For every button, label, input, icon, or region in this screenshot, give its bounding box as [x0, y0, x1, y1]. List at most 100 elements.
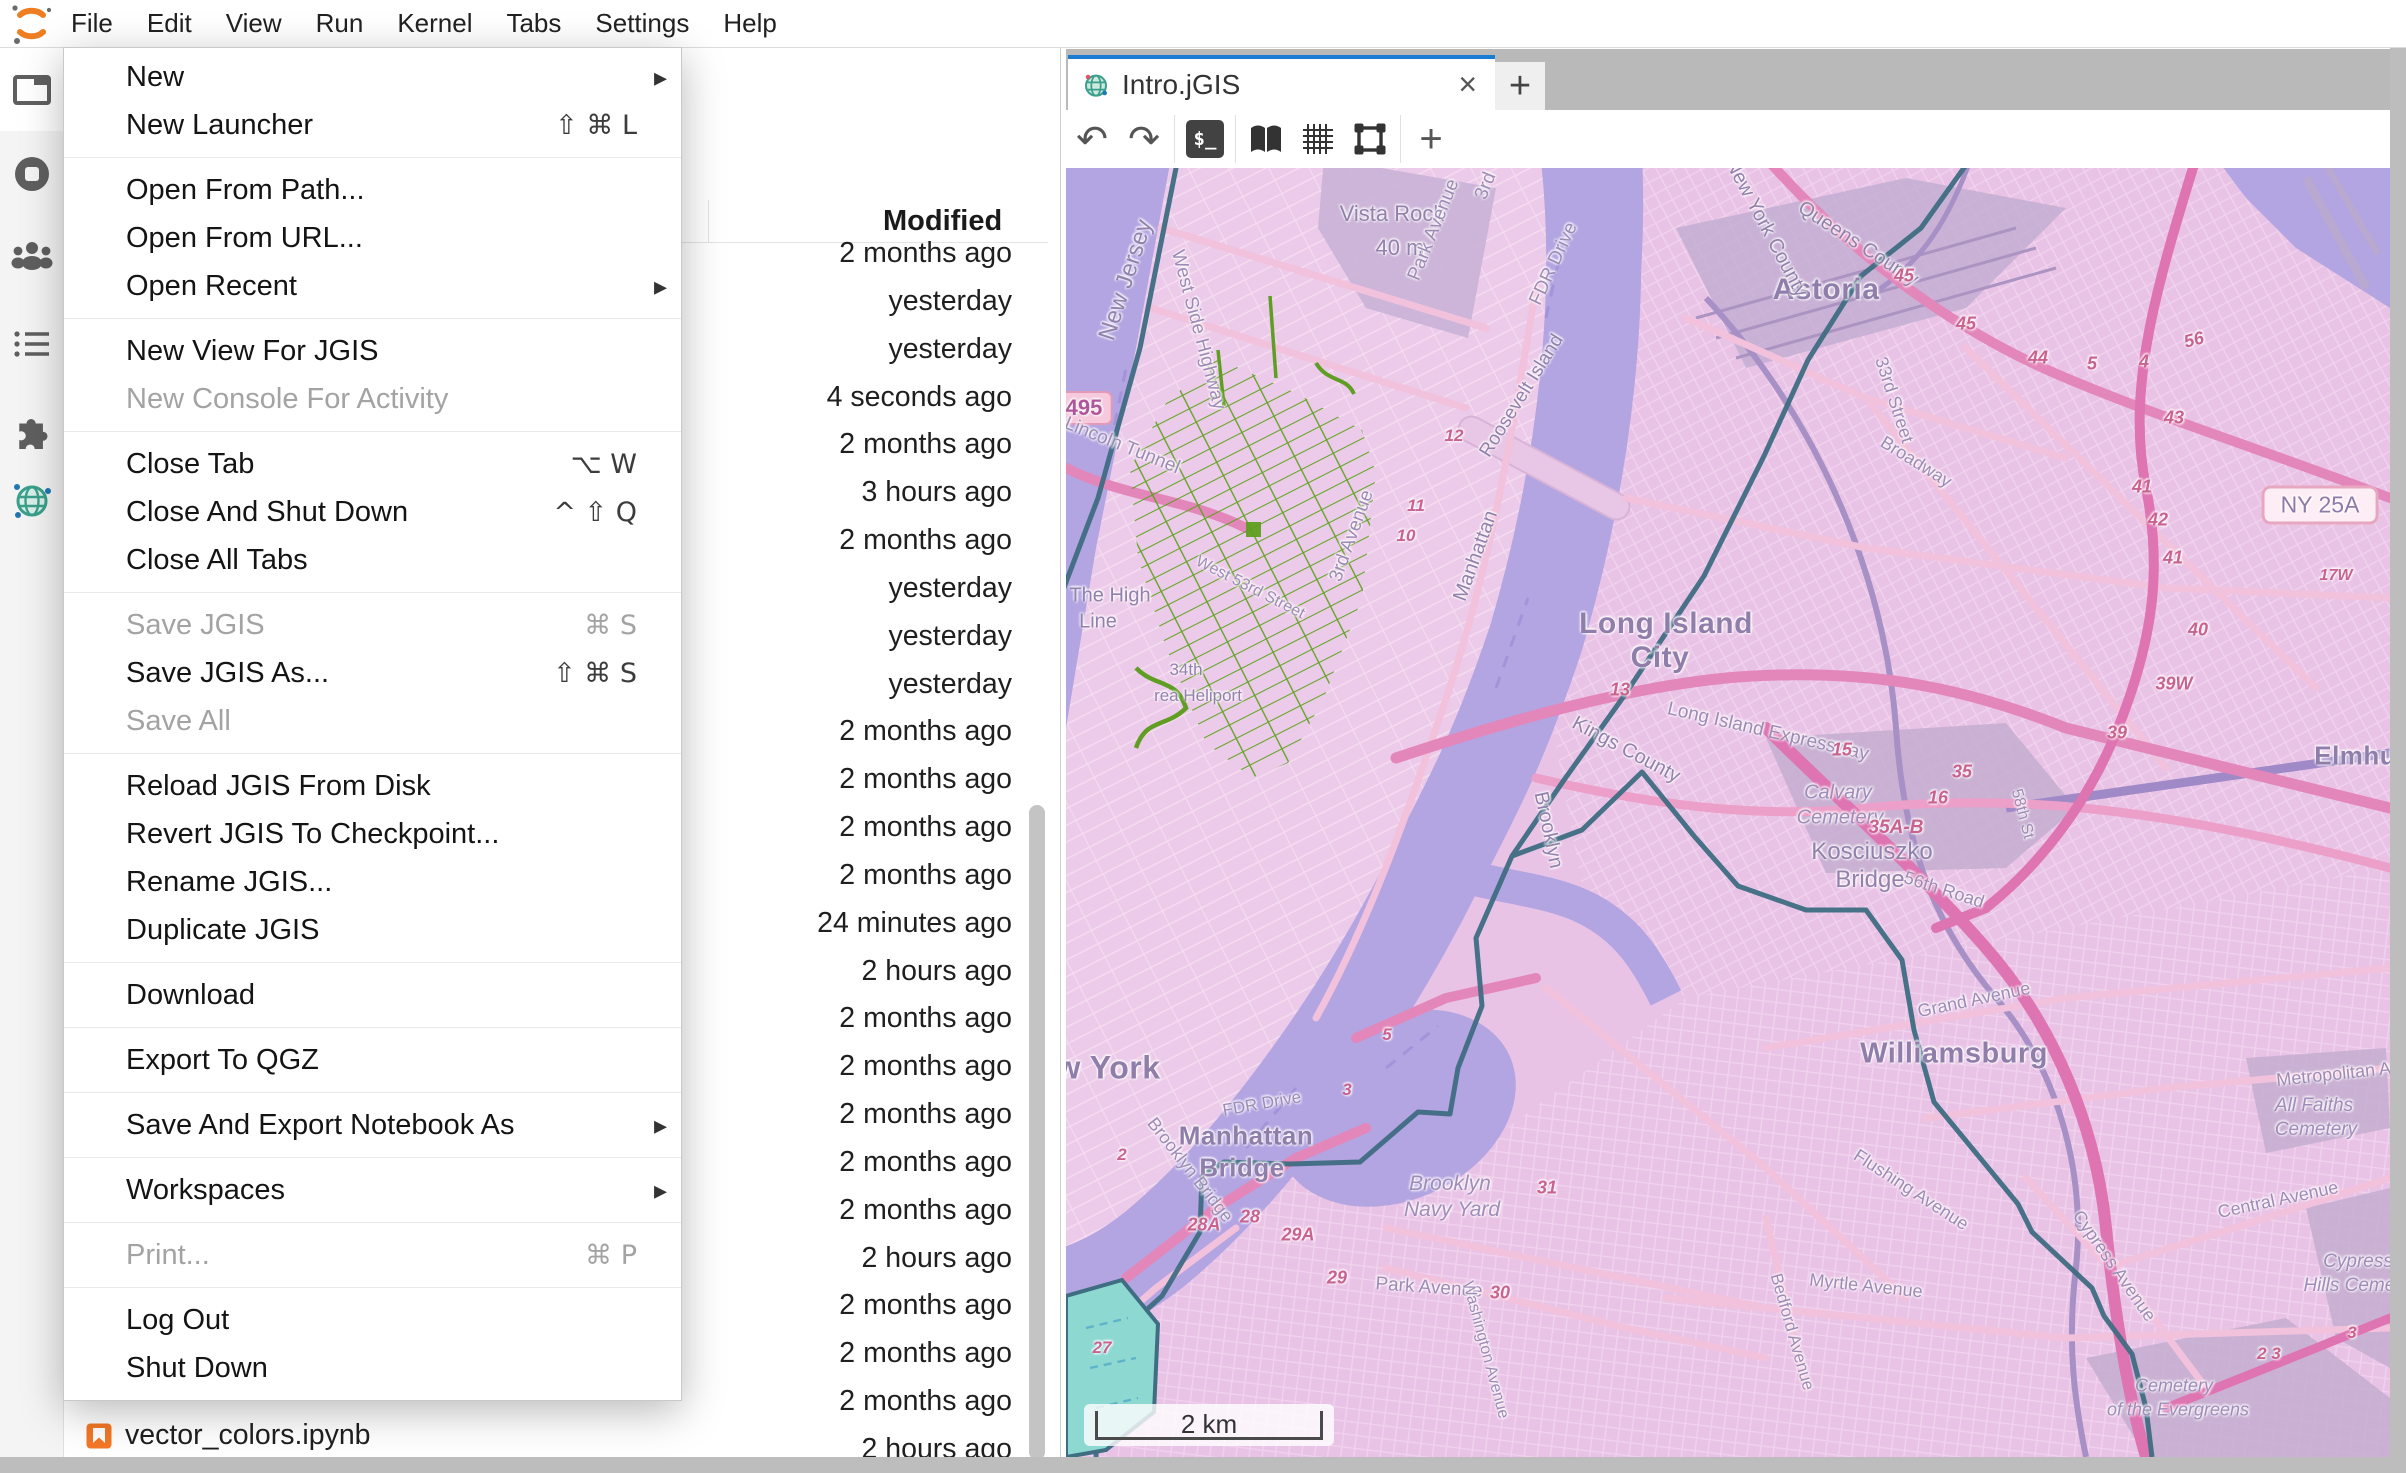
book-icon: [1249, 124, 1283, 154]
menu-item[interactable]: New Console For Activity ▸: [64, 375, 681, 423]
tab-intro-jgis[interactable]: Intro.jGIS ×: [1068, 55, 1495, 110]
menu-item[interactable]: Revert JGIS To Checkpoint... ▸: [64, 810, 681, 858]
file-row[interactable]: vector_colors.ipynb: [85, 1419, 371, 1452]
map-label: 45: [1894, 266, 1914, 287]
map-label: 31: [1537, 1178, 1557, 1199]
submenu-arrow-icon: ▸: [654, 1110, 667, 1141]
map-label: The High: [1069, 585, 1150, 608]
toolbar-separator: [1174, 115, 1175, 163]
file-row-modified-cell[interactable]: 2 months ago: [672, 1337, 1012, 1371]
file-row-modified-cell[interactable]: 2 months ago: [672, 237, 1012, 271]
sidebar-item-table-of-contents[interactable]: [0, 329, 63, 359]
folder-icon: [12, 73, 52, 107]
file-row-modified-cell[interactable]: 2 months ago: [672, 1146, 1012, 1180]
menu-item[interactable]: Save And Export Notebook As ▸: [64, 1101, 681, 1149]
map-label: Manhattan: [1179, 1121, 1314, 1152]
menubar-item[interactable]: Kernel: [380, 0, 489, 47]
file-row-modified-cell[interactable]: yesterday: [672, 285, 1012, 319]
menu-item[interactable]: New ▸: [64, 53, 681, 101]
file-row-modified-cell[interactable]: yesterday: [672, 620, 1012, 654]
menu-item[interactable]: Rename JGIS... ▸: [64, 858, 681, 906]
file-row-modified-cell[interactable]: 2 months ago: [672, 811, 1012, 845]
menu-item[interactable]: Save JGIS As... ⇧ ⌘ S ▸: [64, 649, 681, 697]
map-label: 17W: [2320, 567, 2353, 585]
menu-item[interactable]: Reload JGIS From Disk ▸: [64, 762, 681, 810]
menu-item[interactable]: Open Recent ▸: [64, 262, 681, 310]
new-tab-button[interactable]: +: [1495, 62, 1545, 110]
select-geometry-button[interactable]: [1344, 115, 1396, 163]
map-label: 3rd: [1471, 169, 1502, 203]
file-row-modified-cell[interactable]: 2 months ago: [672, 1098, 1012, 1132]
menu-item[interactable]: Open From Path... ▸: [64, 166, 681, 214]
identify-button[interactable]: [1240, 115, 1292, 163]
grid-layer-button[interactable]: [1292, 115, 1344, 163]
file-row-modified-cell[interactable]: 2 months ago: [672, 715, 1012, 749]
redo-button[interactable]: ↷: [1118, 115, 1170, 163]
file-row-modified-cell[interactable]: 2 months ago: [672, 1289, 1012, 1323]
file-row-modified-cell[interactable]: 2 months ago: [672, 1194, 1012, 1228]
map-canvas[interactable]: New JerseyVista Rock40 mWest Side Highwa…: [1066, 168, 2390, 1457]
jupytergis-globe-icon: [1082, 71, 1110, 99]
file-row-modified-cell[interactable]: 2 months ago: [672, 1002, 1012, 1036]
notebook-icon: [85, 1422, 113, 1450]
file-row-modified-cell[interactable]: 2 hours ago: [672, 1242, 1012, 1276]
tab-close-icon[interactable]: ×: [1458, 66, 1477, 103]
file-list-scrollbar[interactable]: [1029, 805, 1045, 1460]
menu-item[interactable]: Duplicate JGIS ▸: [64, 906, 681, 954]
console-button[interactable]: $_: [1179, 115, 1231, 163]
sidebar-item-collaboration[interactable]: [0, 239, 63, 271]
menubar-item[interactable]: Run: [299, 0, 381, 47]
menu-item[interactable]: Download ▸: [64, 971, 681, 1019]
menu-item[interactable]: Save All ▸: [64, 697, 681, 745]
menu-item[interactable]: Close And Shut Down ^ ⇧ Q ▸: [64, 488, 681, 536]
file-row-modified-cell[interactable]: 2 months ago: [672, 763, 1012, 797]
sidebar-item-jupytergis[interactable]: [0, 479, 63, 521]
file-row-modified-cell[interactable]: 2 months ago: [672, 524, 1012, 558]
file-row-modified-cell[interactable]: 2 months ago: [672, 1050, 1012, 1084]
map-label: 45: [1956, 314, 1976, 335]
menu-item[interactable]: Export To QGZ ▸: [64, 1036, 681, 1084]
map-label: 3rd Avenue: [1325, 487, 1378, 585]
file-row-modified-cell[interactable]: 2 hours ago: [672, 955, 1012, 989]
menu-item[interactable]: Close All Tabs ▸: [64, 536, 681, 584]
menu-item[interactable]: Workspaces ▸: [64, 1166, 681, 1214]
menubar-item[interactable]: Help: [706, 0, 793, 47]
menu-item[interactable]: Open From URL... ▸: [64, 214, 681, 262]
map-label: Kosciuszko: [1811, 838, 1932, 866]
menu-shortcut: ⌥ W: [571, 449, 637, 480]
menubar-item[interactable]: Tabs: [489, 0, 578, 47]
file-row-modified-cell[interactable]: 2 months ago: [672, 428, 1012, 462]
map-label: Cypress: [2323, 1251, 2390, 1273]
map-label: 15: [1832, 740, 1852, 761]
menu-item[interactable]: New View For JGIS ▸: [64, 327, 681, 375]
menubar-item[interactable]: File: [54, 0, 130, 47]
file-row-modified-cell[interactable]: 24 minutes ago: [672, 907, 1012, 941]
add-layer-button[interactable]: +: [1405, 115, 1457, 163]
menu-item[interactable]: Close Tab ⌥ W ▸: [64, 440, 681, 488]
map-label: of the Evergreens: [2107, 1400, 2249, 1421]
sidebar-item-running-kernels[interactable]: [0, 155, 63, 193]
menu-item[interactable]: Shut Down ▸: [64, 1344, 681, 1392]
menu-item[interactable]: Log Out ▸: [64, 1296, 681, 1344]
map-label: 3: [2347, 1323, 2356, 1343]
file-row-modified-cell[interactable]: yesterday: [672, 572, 1012, 606]
undo-button[interactable]: ↶: [1066, 115, 1118, 163]
file-row-modified-cell[interactable]: 2 months ago: [672, 1385, 1012, 1419]
sidebar-item-extension-manager[interactable]: [0, 409, 63, 449]
panel-divider[interactable]: [1060, 47, 1061, 1457]
file-row-modified-cell[interactable]: 4 seconds ago: [672, 381, 1012, 415]
file-row-modified-cell[interactable]: 3 hours ago: [672, 476, 1012, 510]
menu-item[interactable]: Save JGIS ⌘ S ▸: [64, 601, 681, 649]
file-row-modified-cell[interactable]: 2 months ago: [672, 859, 1012, 893]
file-row-modified-cell[interactable]: yesterday: [672, 668, 1012, 702]
grid-icon: [1301, 122, 1335, 156]
terminal-icon: $_: [1186, 120, 1224, 158]
menubar-item[interactable]: View: [209, 0, 299, 47]
sidebar-item-file-browser[interactable]: [0, 73, 63, 107]
menubar-item[interactable]: Settings: [578, 0, 706, 47]
file-row-modified-cell[interactable]: yesterday: [672, 333, 1012, 367]
menu-item[interactable]: New Launcher ⇧ ⌘ L ▸: [64, 101, 681, 149]
menubar-item[interactable]: Edit: [130, 0, 209, 47]
menu-item[interactable]: Print... ⌘ P ▸: [64, 1231, 681, 1279]
jupyterlab-window: FileEditViewRunKernelTabsSettingsHelp: [0, 0, 2406, 1473]
